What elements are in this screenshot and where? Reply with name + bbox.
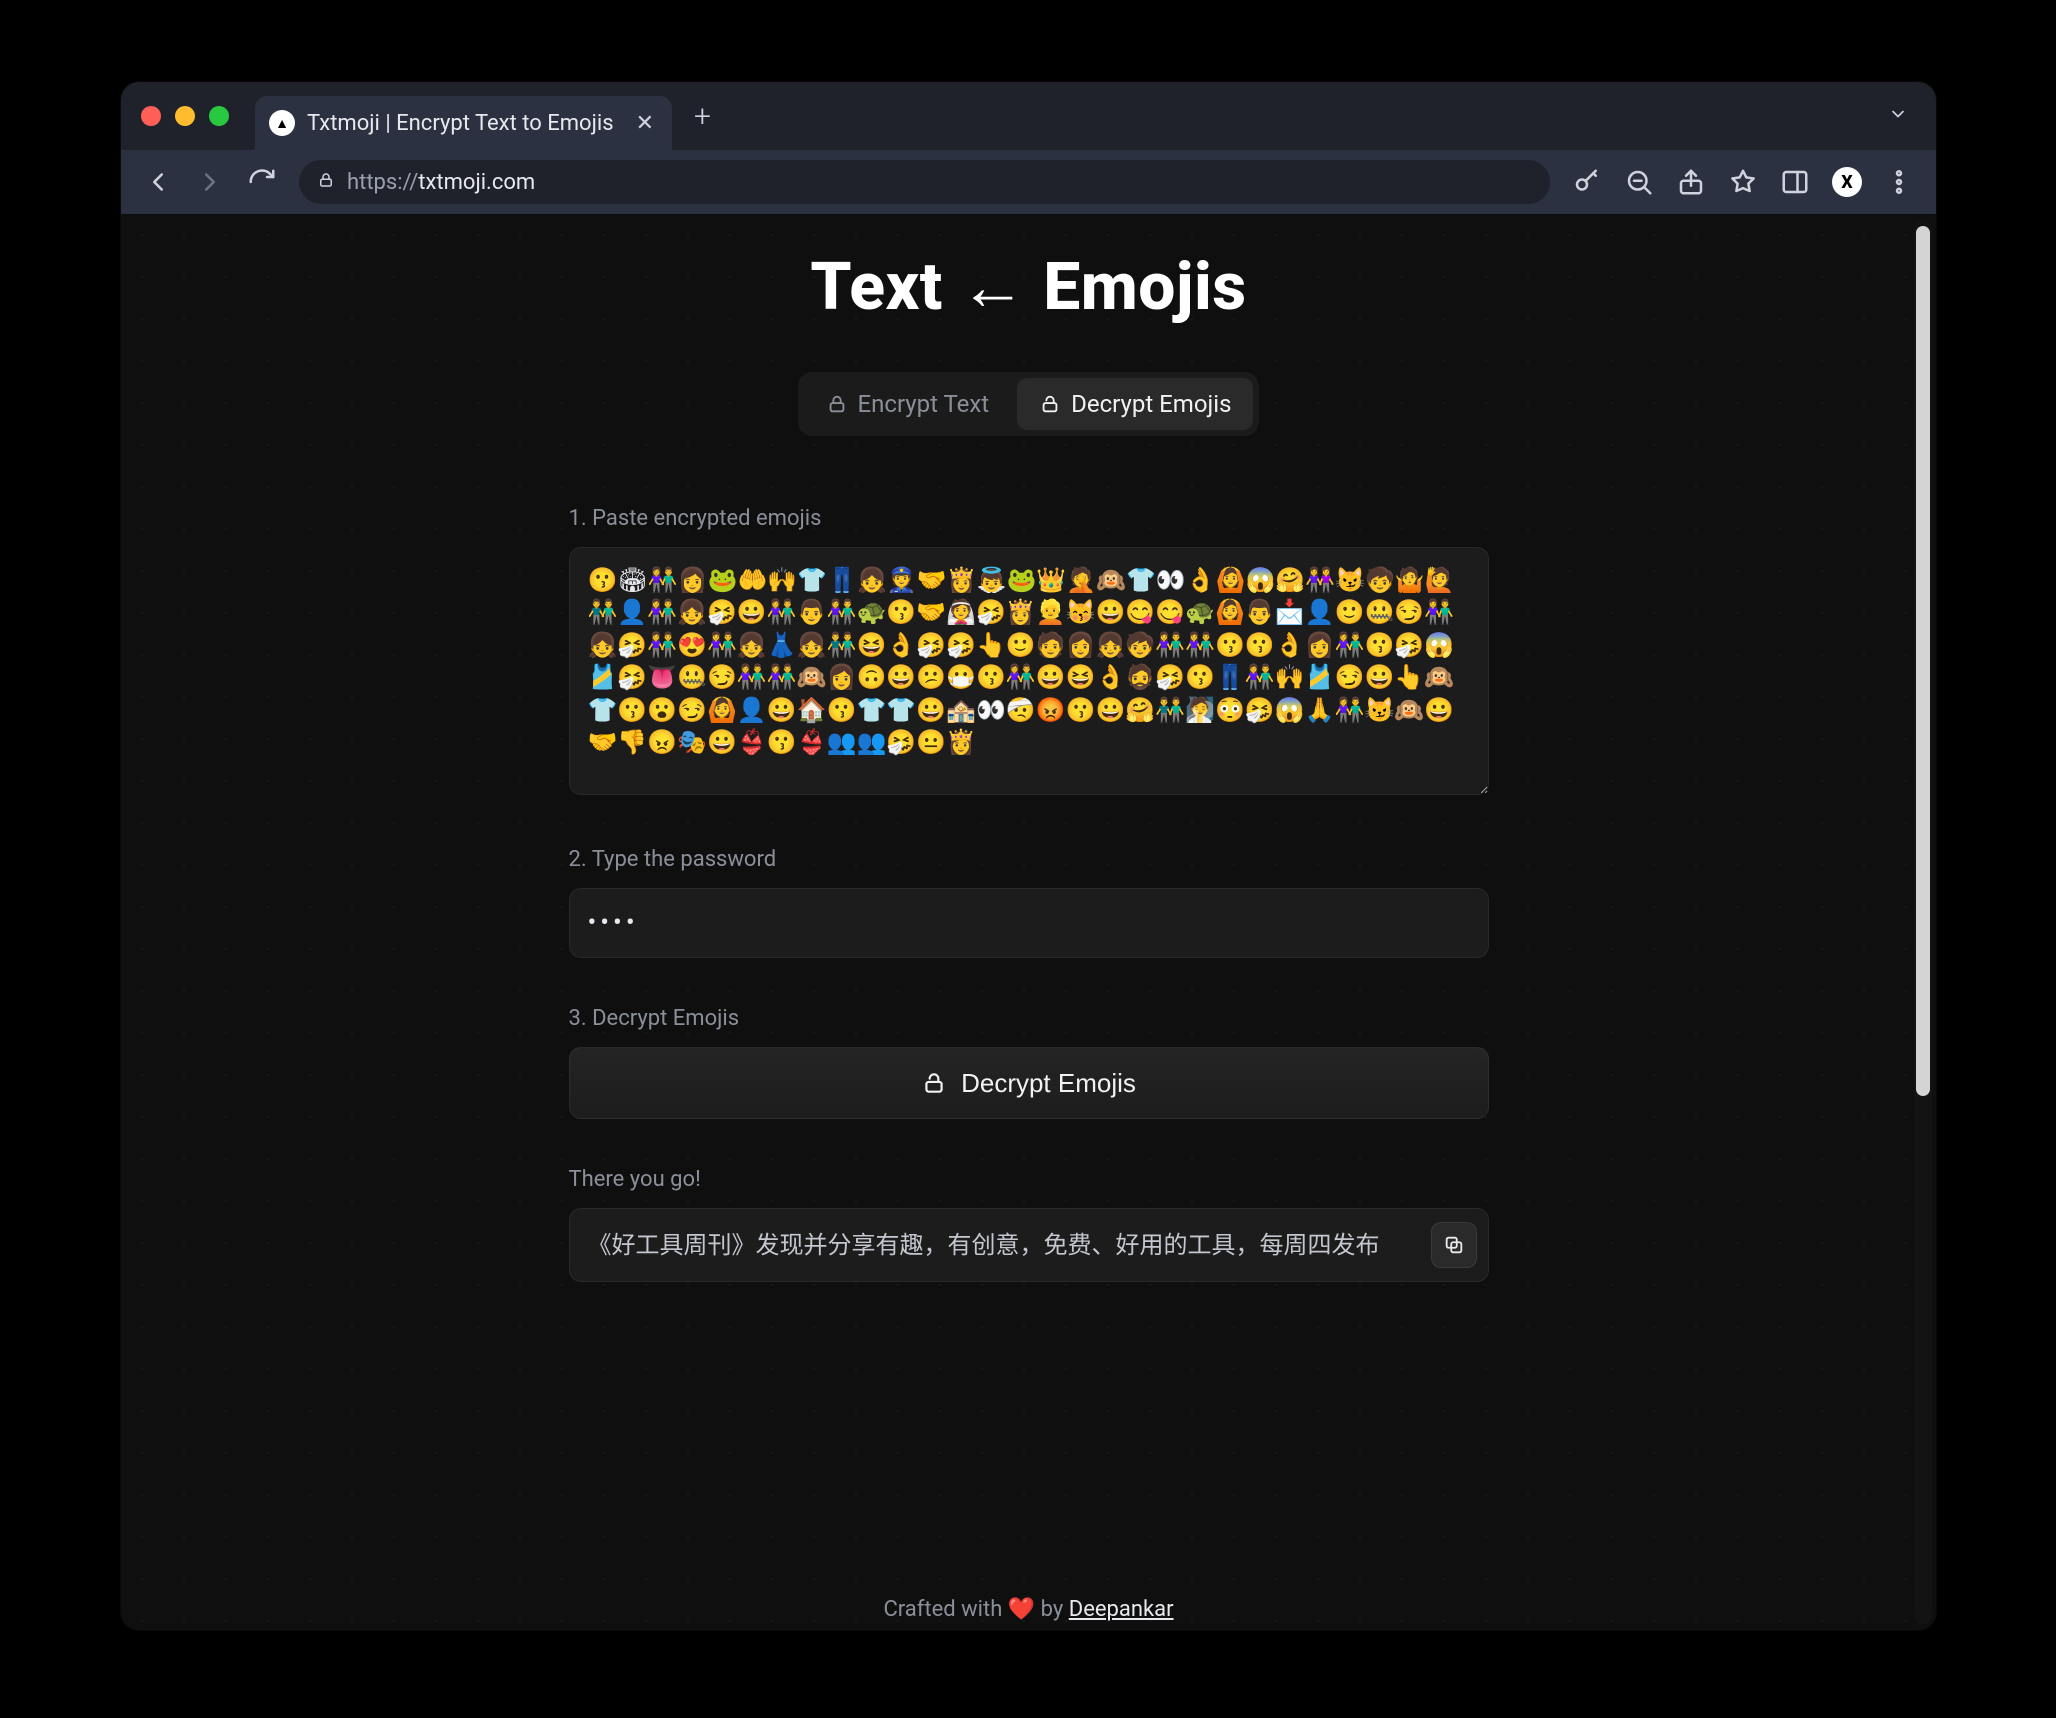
page-viewport: Text ← Emojis Encrypt Text Decrypt Emoji… — [121, 214, 1936, 1630]
emoji-textarea[interactable] — [569, 547, 1489, 795]
sidepanel-icon[interactable] — [1780, 167, 1810, 197]
new-tab-button[interactable]: + — [694, 99, 711, 134]
share-icon[interactable] — [1676, 167, 1706, 197]
close-tab-button[interactable]: ✕ — [636, 111, 654, 136]
lock-open-icon — [1039, 393, 1061, 415]
tab-title: Txtmoji | Encrypt Text to Emojis — [307, 111, 614, 136]
kebab-menu-icon[interactable] — [1884, 167, 1914, 197]
heart-icon: ❤️ — [1008, 1597, 1035, 1622]
step3-label: 3. Decrypt Emojis — [569, 1006, 1489, 1031]
close-window-button[interactable] — [141, 106, 161, 126]
password-input[interactable] — [569, 888, 1489, 958]
browser-tab[interactable]: ▲ Txtmoji | Encrypt Text to Emojis ✕ — [255, 96, 672, 150]
lock-closed-icon — [826, 393, 848, 415]
bookmark-star-icon[interactable] — [1728, 167, 1758, 197]
tab-strip: ▲ Txtmoji | Encrypt Text to Emojis ✕ + — [121, 82, 1936, 150]
copy-icon — [1443, 1234, 1465, 1256]
decrypt-button-label: Decrypt Emojis — [961, 1068, 1136, 1099]
minimize-window-button[interactable] — [175, 106, 195, 126]
tab-encrypt[interactable]: Encrypt Text — [804, 378, 1012, 430]
step2-label: 2. Type the password — [569, 847, 1489, 872]
decrypt-button[interactable]: Decrypt Emojis — [569, 1047, 1489, 1119]
footer-prefix: Crafted with — [883, 1597, 1007, 1622]
tab-decrypt[interactable]: Decrypt Emojis — [1017, 378, 1253, 430]
scrollbar-thumb[interactable] — [1916, 226, 1930, 1096]
lock-icon — [317, 170, 335, 194]
window-controls — [141, 106, 229, 126]
browser-window: ▲ Txtmoji | Encrypt Text to Emojis ✕ + h… — [121, 82, 1936, 1630]
profile-avatar[interactable]: X — [1832, 167, 1862, 197]
browser-toolbar: https://txtmoji.com X — [121, 150, 1936, 214]
footer-by: by — [1035, 1597, 1069, 1622]
tabs-menu-icon[interactable] — [1888, 104, 1908, 130]
maximize-window-button[interactable] — [209, 106, 229, 126]
password-key-icon[interactable] — [1572, 167, 1602, 197]
zoom-icon[interactable] — [1624, 167, 1654, 197]
back-button[interactable] — [143, 167, 173, 197]
address-bar[interactable]: https://txtmoji.com — [299, 160, 1550, 204]
result-label: There you go! — [569, 1167, 1489, 1192]
forward-button[interactable] — [195, 167, 225, 197]
author-link[interactable]: Deepankar — [1069, 1597, 1174, 1622]
favicon: ▲ — [269, 110, 295, 136]
scrollbar[interactable] — [1914, 220, 1932, 1624]
reload-button[interactable] — [247, 167, 277, 197]
url-text: https://txtmoji.com — [347, 170, 535, 195]
footer: Crafted with ❤️ by Deepankar — [121, 1597, 1936, 1622]
tab-decrypt-label: Decrypt Emojis — [1071, 390, 1231, 418]
tab-encrypt-label: Encrypt Text — [858, 390, 990, 418]
step1-label: 1. Paste encrypted emojis — [569, 506, 1489, 531]
result-output: 《好工具周刊》发现并分享有趣，有创意，免费、好用的工具，每周四发布 — [569, 1208, 1489, 1282]
copy-button[interactable] — [1431, 1222, 1477, 1268]
page-title: Text ← Emojis — [569, 248, 1489, 326]
lock-open-icon — [921, 1070, 947, 1096]
mode-segmented-control: Encrypt Text Decrypt Emojis — [798, 372, 1260, 436]
